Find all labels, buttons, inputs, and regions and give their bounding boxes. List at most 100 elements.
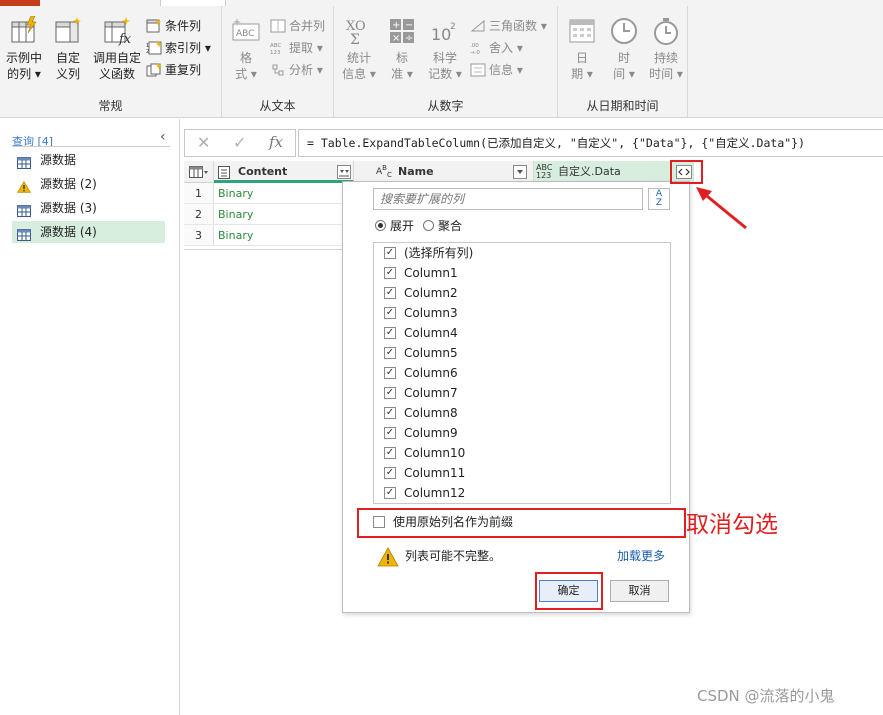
column-from-examples-button[interactable]: 示例中 的列 ▾ xyxy=(4,15,44,82)
custom-column-button[interactable]: 自定 义列 xyxy=(50,16,86,82)
trigonometry-button[interactable]: 三角函数 ▾ xyxy=(470,16,547,36)
column-checkbox-item[interactable]: ✓ Column4 xyxy=(384,323,458,343)
collapse-pane-chevron-icon[interactable]: ‹ xyxy=(160,129,166,145)
query-item-2[interactable]: 源数据 (3) xyxy=(12,197,165,219)
statistics-button[interactable]: XO Σ 统计 信息 ▾ xyxy=(340,16,378,82)
checkbox[interactable]: ✓ xyxy=(384,327,396,339)
radio-expand-label: 展开 xyxy=(390,219,415,233)
sort-az-button[interactable]: A Z xyxy=(648,188,670,210)
column-checkbox-item[interactable]: ✓ Column12 xyxy=(384,483,465,503)
format-button[interactable]: ABC 格 式 ▾ xyxy=(228,16,264,82)
column-from-examples-label: 示例中 的列 ▾ xyxy=(5,51,42,81)
column-checkbox-item[interactable]: ✓ Column9 xyxy=(384,423,458,443)
information-button[interactable]: 信息 ▾ xyxy=(470,60,523,80)
column-checkbox-item[interactable]: ✓ Column3 xyxy=(384,303,458,323)
standard-label: 标 准 ▾ xyxy=(391,51,413,81)
ribbon-group-label-from-number: 从数字 xyxy=(427,99,464,113)
query-item-0[interactable]: 源数据 xyxy=(12,149,165,171)
column-search-input[interactable]: 搜索要扩展的列 xyxy=(373,188,643,210)
parse-button[interactable]: 分析 ▾ xyxy=(270,60,323,80)
row-number[interactable]: 2 xyxy=(184,204,214,225)
column-checkbox-item[interactable]: ✓ Column6 xyxy=(384,363,458,383)
query-item-3[interactable]: 源数据 (4) xyxy=(12,221,165,243)
svg-text:.00: .00 xyxy=(470,43,479,49)
svg-text:÷: ÷ xyxy=(405,33,413,44)
index-column-label: 索引列 ▾ xyxy=(165,41,211,55)
column-header-content[interactable]: Content xyxy=(214,161,354,183)
column-checkbox-label: Column5 xyxy=(404,346,458,360)
query-item-label: 源数据 (4) xyxy=(40,225,97,239)
checkbox[interactable]: ✓ xyxy=(384,407,396,419)
column-checkbox-item[interactable]: ✓ Column2 xyxy=(384,283,458,303)
grid-cell-content[interactable]: Binary xyxy=(214,204,342,225)
duration-button[interactable]: 持续 时间 ▾ xyxy=(646,16,686,82)
cancel-button[interactable]: 取消 xyxy=(610,580,669,602)
column-checkbox-item[interactable]: ✓ Column5 xyxy=(384,343,458,363)
merge-columns-button[interactable]: 合并列 xyxy=(270,16,325,36)
query-item-label: 源数据 xyxy=(40,153,77,167)
radio-expand[interactable]: 展开 xyxy=(375,219,414,233)
rounding-icon: .00 →.0 xyxy=(470,41,486,56)
column-checkbox-item[interactable]: ✓ Column11 xyxy=(384,463,465,483)
grid-corner-table-menu[interactable] xyxy=(184,161,214,183)
commit-formula-icon[interactable]: ✓ xyxy=(233,133,246,152)
radio-aggregate[interactable]: 聚合 xyxy=(423,219,462,233)
column-checkbox-item[interactable]: ✓ Column1 xyxy=(384,263,458,283)
checkbox[interactable]: ✓ xyxy=(384,367,396,379)
column-checkbox-label: Column4 xyxy=(404,326,458,340)
svg-text:Σ: Σ xyxy=(350,32,360,46)
fx-icon[interactable]: fx xyxy=(269,133,283,151)
svg-text:ABC: ABC xyxy=(270,43,281,49)
grid-cell-content[interactable]: Binary xyxy=(214,183,342,204)
cancel-formula-icon[interactable]: ✕ xyxy=(197,133,210,152)
checkbox[interactable]: ✓ xyxy=(384,347,396,359)
column-checkbox-label: Column6 xyxy=(404,366,458,380)
column-checkbox-item[interactable]: ✓ Column7 xyxy=(384,383,458,403)
trigonometry-icon xyxy=(470,19,486,33)
filter-dropdown-icon[interactable] xyxy=(513,165,527,179)
duplicate-column-button[interactable]: 重复列 xyxy=(146,60,201,80)
formula-bar[interactable]: = Table.ExpandTableColumn(已添加自定义, "自定义",… xyxy=(298,129,883,157)
checkbox[interactable]: ✓ xyxy=(384,387,396,399)
grid-cell-content[interactable]: Binary xyxy=(214,225,342,246)
parse-label: 分析 ▾ xyxy=(289,63,323,77)
information-label: 信息 ▾ xyxy=(489,63,523,77)
standard-button[interactable]: + − × ÷ 标 准 ▾ xyxy=(384,16,420,82)
checkbox[interactable]: ✓ xyxy=(384,307,396,319)
date-button[interactable]: 日 期 ▾ xyxy=(564,16,600,82)
table-icon xyxy=(17,154,31,169)
column-checkbox-select-all[interactable]: ✓ (选择所有列) xyxy=(384,243,473,263)
checkbox[interactable]: ✓ xyxy=(384,427,396,439)
time-icon xyxy=(609,16,639,46)
grid-bottom-border xyxy=(184,249,344,250)
conditional-column-button[interactable]: 条件列 xyxy=(146,16,201,36)
extract-button[interactable]: ABC 123 提取 ▾ xyxy=(270,38,323,58)
row-number[interactable]: 3 xyxy=(184,225,214,246)
information-icon xyxy=(470,63,486,77)
annotation-box-prefix-option xyxy=(357,508,686,538)
time-button[interactable]: 时 间 ▾ xyxy=(606,16,642,82)
index-column-button[interactable]: 1 2 索引列 ▾ xyxy=(146,38,211,58)
column-checkbox-list: ✓ (选择所有列) ✓ Column1 ✓ Column2 ✓ Column3 ✓ Col… xyxy=(373,242,671,504)
scientific-button[interactable]: 10 2 科学 记数 ▾ xyxy=(426,16,464,82)
query-item-1[interactable]: 源数据 (2) xyxy=(12,173,165,195)
rounding-button[interactable]: .00 →.0 舍入 ▾ xyxy=(470,38,523,58)
row-number[interactable]: 1 xyxy=(184,183,214,204)
checkbox[interactable]: ✓ xyxy=(384,447,396,459)
custom-column-icon xyxy=(53,16,83,46)
checkbox[interactable]: ✓ xyxy=(384,467,396,479)
checkbox[interactable]: ✓ xyxy=(384,247,396,259)
checkbox[interactable]: ✓ xyxy=(384,487,396,499)
invoke-custom-function-button[interactable]: fx 调用自定 义函数 xyxy=(90,16,144,82)
svg-text:−: − xyxy=(405,20,413,31)
checkbox[interactable]: ✓ xyxy=(384,287,396,299)
column-checkbox-item[interactable]: ✓ Column10 xyxy=(384,443,465,463)
duration-icon xyxy=(651,16,681,46)
radio-expand-dot xyxy=(375,220,386,231)
expand-column-icon[interactable] xyxy=(337,165,351,179)
load-more-link[interactable]: 加载更多 xyxy=(617,546,665,566)
column-checkbox-item[interactable]: ✓ Column8 xyxy=(384,403,458,423)
checkbox[interactable]: ✓ xyxy=(384,267,396,279)
warning-icon xyxy=(377,547,399,567)
column-header-name[interactable]: ABC Name xyxy=(354,161,534,183)
